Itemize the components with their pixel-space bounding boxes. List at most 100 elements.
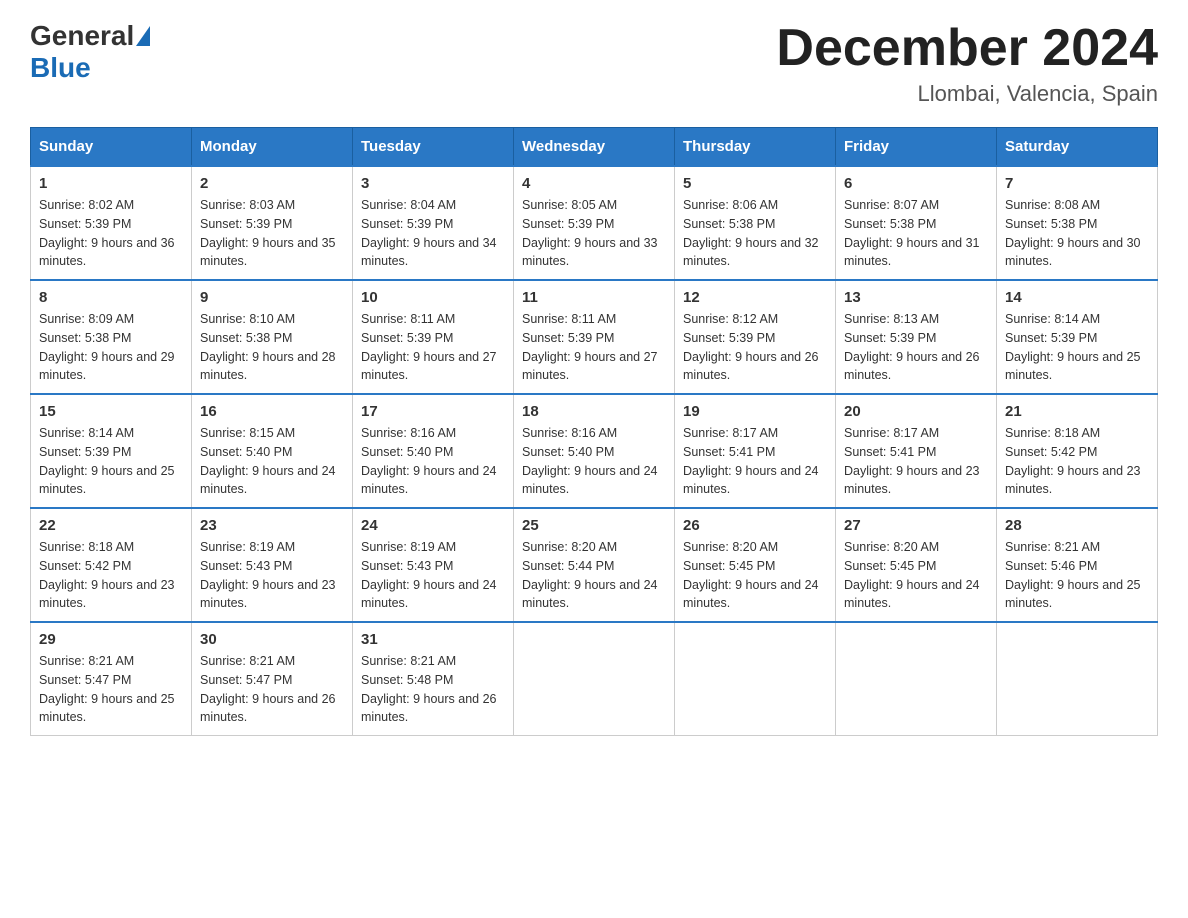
day-number: 31 — [361, 631, 505, 648]
calendar-table: SundayMondayTuesdayWednesdayThursdayFrid… — [30, 127, 1158, 736]
day-number: 22 — [39, 517, 183, 534]
calendar-week-row: 22 Sunrise: 8:18 AMSunset: 5:42 PMDaylig… — [31, 508, 1158, 622]
column-header-friday: Friday — [836, 128, 997, 167]
calendar-cell: 4 Sunrise: 8:05 AMSunset: 5:39 PMDayligh… — [514, 166, 675, 280]
day-number: 13 — [844, 289, 988, 306]
day-number: 12 — [683, 289, 827, 306]
day-number: 29 — [39, 631, 183, 648]
sun-info: Sunrise: 8:05 AMSunset: 5:39 PMDaylight:… — [522, 198, 658, 268]
sun-info: Sunrise: 8:20 AMSunset: 5:45 PMDaylight:… — [844, 540, 980, 610]
day-number: 15 — [39, 403, 183, 420]
calendar-cell: 1 Sunrise: 8:02 AMSunset: 5:39 PMDayligh… — [31, 166, 192, 280]
calendar-cell: 30 Sunrise: 8:21 AMSunset: 5:47 PMDaylig… — [192, 622, 353, 736]
calendar-cell: 2 Sunrise: 8:03 AMSunset: 5:39 PMDayligh… — [192, 166, 353, 280]
column-header-tuesday: Tuesday — [353, 128, 514, 167]
day-number: 28 — [1005, 517, 1149, 534]
day-number: 10 — [361, 289, 505, 306]
calendar-cell: 13 Sunrise: 8:13 AMSunset: 5:39 PMDaylig… — [836, 280, 997, 394]
calendar-cell: 16 Sunrise: 8:15 AMSunset: 5:40 PMDaylig… — [192, 394, 353, 508]
calendar-cell: 26 Sunrise: 8:20 AMSunset: 5:45 PMDaylig… — [675, 508, 836, 622]
sun-info: Sunrise: 8:21 AMSunset: 5:48 PMDaylight:… — [361, 654, 497, 724]
sun-info: Sunrise: 8:02 AMSunset: 5:39 PMDaylight:… — [39, 198, 175, 268]
day-number: 2 — [200, 175, 344, 192]
sun-info: Sunrise: 8:16 AMSunset: 5:40 PMDaylight:… — [361, 426, 497, 496]
sun-info: Sunrise: 8:17 AMSunset: 5:41 PMDaylight:… — [683, 426, 819, 496]
day-number: 23 — [200, 517, 344, 534]
calendar-cell: 14 Sunrise: 8:14 AMSunset: 5:39 PMDaylig… — [997, 280, 1158, 394]
sun-info: Sunrise: 8:21 AMSunset: 5:47 PMDaylight:… — [39, 654, 175, 724]
day-number: 19 — [683, 403, 827, 420]
column-header-monday: Monday — [192, 128, 353, 167]
page-header: General Blue December 2024 Llombai, Vale… — [30, 20, 1158, 107]
column-header-thursday: Thursday — [675, 128, 836, 167]
calendar-cell: 5 Sunrise: 8:06 AMSunset: 5:38 PMDayligh… — [675, 166, 836, 280]
logo-general-text: General — [30, 20, 134, 52]
month-title: December 2024 — [776, 20, 1158, 77]
sun-info: Sunrise: 8:07 AMSunset: 5:38 PMDaylight:… — [844, 198, 980, 268]
calendar-cell: 15 Sunrise: 8:14 AMSunset: 5:39 PMDaylig… — [31, 394, 192, 508]
sun-info: Sunrise: 8:11 AMSunset: 5:39 PMDaylight:… — [522, 312, 658, 382]
day-number: 16 — [200, 403, 344, 420]
logo-triangle-icon — [136, 26, 150, 46]
sun-info: Sunrise: 8:19 AMSunset: 5:43 PMDaylight:… — [200, 540, 336, 610]
calendar-cell: 18 Sunrise: 8:16 AMSunset: 5:40 PMDaylig… — [514, 394, 675, 508]
day-number: 20 — [844, 403, 988, 420]
sun-info: Sunrise: 8:03 AMSunset: 5:39 PMDaylight:… — [200, 198, 336, 268]
calendar-cell: 7 Sunrise: 8:08 AMSunset: 5:38 PMDayligh… — [997, 166, 1158, 280]
sun-info: Sunrise: 8:18 AMSunset: 5:42 PMDaylight:… — [1005, 426, 1141, 496]
calendar-cell: 22 Sunrise: 8:18 AMSunset: 5:42 PMDaylig… — [31, 508, 192, 622]
column-header-wednesday: Wednesday — [514, 128, 675, 167]
sun-info: Sunrise: 8:09 AMSunset: 5:38 PMDaylight:… — [39, 312, 175, 382]
sun-info: Sunrise: 8:11 AMSunset: 5:39 PMDaylight:… — [361, 312, 497, 382]
sun-info: Sunrise: 8:06 AMSunset: 5:38 PMDaylight:… — [683, 198, 819, 268]
calendar-cell: 29 Sunrise: 8:21 AMSunset: 5:47 PMDaylig… — [31, 622, 192, 736]
day-number: 4 — [522, 175, 666, 192]
day-number: 5 — [683, 175, 827, 192]
day-number: 1 — [39, 175, 183, 192]
day-number: 3 — [361, 175, 505, 192]
calendar-cell: 8 Sunrise: 8:09 AMSunset: 5:38 PMDayligh… — [31, 280, 192, 394]
calendar-header-row: SundayMondayTuesdayWednesdayThursdayFrid… — [31, 128, 1158, 167]
calendar-cell: 24 Sunrise: 8:19 AMSunset: 5:43 PMDaylig… — [353, 508, 514, 622]
column-header-saturday: Saturday — [997, 128, 1158, 167]
day-number: 27 — [844, 517, 988, 534]
logo-blue-text: Blue — [30, 52, 91, 84]
sun-info: Sunrise: 8:04 AMSunset: 5:39 PMDaylight:… — [361, 198, 497, 268]
day-number: 18 — [522, 403, 666, 420]
calendar-cell — [997, 622, 1158, 736]
day-number: 9 — [200, 289, 344, 306]
calendar-cell: 27 Sunrise: 8:20 AMSunset: 5:45 PMDaylig… — [836, 508, 997, 622]
day-number: 21 — [1005, 403, 1149, 420]
calendar-week-row: 29 Sunrise: 8:21 AMSunset: 5:47 PMDaylig… — [31, 622, 1158, 736]
sun-info: Sunrise: 8:15 AMSunset: 5:40 PMDaylight:… — [200, 426, 336, 496]
day-number: 7 — [1005, 175, 1149, 192]
calendar-cell — [836, 622, 997, 736]
location-text: Llombai, Valencia, Spain — [776, 81, 1158, 107]
day-number: 25 — [522, 517, 666, 534]
calendar-cell: 3 Sunrise: 8:04 AMSunset: 5:39 PMDayligh… — [353, 166, 514, 280]
calendar-cell: 12 Sunrise: 8:12 AMSunset: 5:39 PMDaylig… — [675, 280, 836, 394]
calendar-cell: 28 Sunrise: 8:21 AMSunset: 5:46 PMDaylig… — [997, 508, 1158, 622]
calendar-cell — [514, 622, 675, 736]
sun-info: Sunrise: 8:20 AMSunset: 5:44 PMDaylight:… — [522, 540, 658, 610]
sun-info: Sunrise: 8:12 AMSunset: 5:39 PMDaylight:… — [683, 312, 819, 382]
sun-info: Sunrise: 8:10 AMSunset: 5:38 PMDaylight:… — [200, 312, 336, 382]
sun-info: Sunrise: 8:14 AMSunset: 5:39 PMDaylight:… — [39, 426, 175, 496]
sun-info: Sunrise: 8:20 AMSunset: 5:45 PMDaylight:… — [683, 540, 819, 610]
day-number: 26 — [683, 517, 827, 534]
day-number: 8 — [39, 289, 183, 306]
calendar-cell: 10 Sunrise: 8:11 AMSunset: 5:39 PMDaylig… — [353, 280, 514, 394]
sun-info: Sunrise: 8:14 AMSunset: 5:39 PMDaylight:… — [1005, 312, 1141, 382]
sun-info: Sunrise: 8:21 AMSunset: 5:46 PMDaylight:… — [1005, 540, 1141, 610]
day-number: 6 — [844, 175, 988, 192]
calendar-week-row: 8 Sunrise: 8:09 AMSunset: 5:38 PMDayligh… — [31, 280, 1158, 394]
calendar-week-row: 15 Sunrise: 8:14 AMSunset: 5:39 PMDaylig… — [31, 394, 1158, 508]
sun-info: Sunrise: 8:18 AMSunset: 5:42 PMDaylight:… — [39, 540, 175, 610]
calendar-cell: 20 Sunrise: 8:17 AMSunset: 5:41 PMDaylig… — [836, 394, 997, 508]
sun-info: Sunrise: 8:08 AMSunset: 5:38 PMDaylight:… — [1005, 198, 1141, 268]
day-number: 14 — [1005, 289, 1149, 306]
sun-info: Sunrise: 8:16 AMSunset: 5:40 PMDaylight:… — [522, 426, 658, 496]
title-section: December 2024 Llombai, Valencia, Spain — [776, 20, 1158, 107]
calendar-cell: 25 Sunrise: 8:20 AMSunset: 5:44 PMDaylig… — [514, 508, 675, 622]
day-number: 24 — [361, 517, 505, 534]
